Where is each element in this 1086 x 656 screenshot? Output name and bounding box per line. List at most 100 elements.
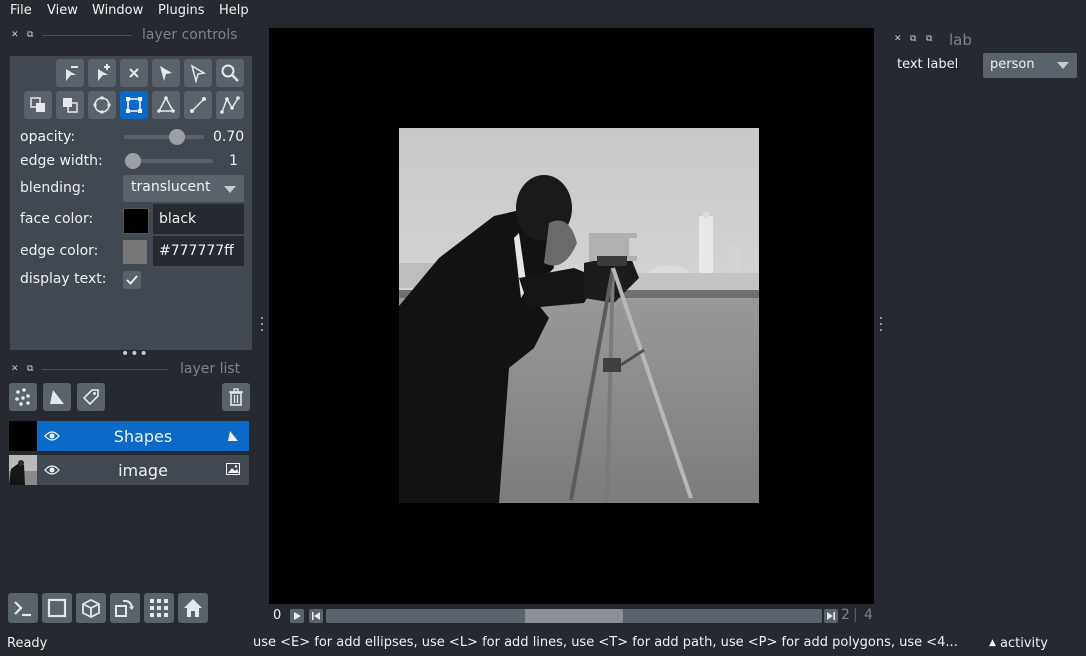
right-dock-float-icon[interactable]: ⧉ <box>910 34 916 44</box>
layer-name-shapes: Shapes <box>113 427 173 446</box>
home-button[interactable] <box>178 593 208 623</box>
caret-up-icon[interactable]: ▲ <box>989 638 996 648</box>
splitter-handle-icon[interactable]: ••• <box>121 346 149 362</box>
opacity-slider-handle[interactable] <box>168 129 185 145</box>
edge-color-swatch[interactable] <box>123 240 147 264</box>
dims-slider-handle[interactable] <box>525 609 623 623</box>
add-path-button[interactable] <box>216 91 244 119</box>
add-polygon-button[interactable] <box>152 91 180 119</box>
edge-color-field[interactable]: #777777ff <box>153 236 244 266</box>
layer-name-image: image <box>118 461 168 480</box>
transpose-icon <box>115 599 134 617</box>
opacity-slider-track[interactable] <box>124 135 204 139</box>
direct-select-arrow-icon <box>190 64 207 83</box>
add-ellipse-button[interactable] <box>88 91 116 119</box>
dims-frame-value: 2 <box>841 607 850 623</box>
shapes-icon <box>50 390 64 404</box>
right-dock-handle-icon[interactable]: · · · <box>878 312 884 338</box>
layer-controls-panel: opacity: 0.70 edge width: 1 blending: tr… <box>10 56 252 350</box>
points-icon <box>15 388 30 406</box>
dims-total-value: 4 <box>864 607 873 623</box>
add-line-button[interactable] <box>184 91 212 119</box>
menu-help[interactable]: Help <box>219 3 249 18</box>
roll-dims-button[interactable] <box>76 593 106 623</box>
layer-list-close-icon[interactable]: ✕ <box>11 364 19 374</box>
new-points-layer-button[interactable] <box>9 383 37 411</box>
rectangle-icon <box>126 97 142 113</box>
face-color-field[interactable]: black <box>153 204 244 234</box>
text-label-value: person <box>990 57 1035 72</box>
layer-row-image[interactable]: image <box>37 455 249 485</box>
dock-close-icon[interactable]: ✕ <box>11 30 19 40</box>
status-hint: use <E> for add ellipses, use <L> for ad… <box>253 635 958 650</box>
right-dock-close-icon[interactable]: ✕ <box>894 34 902 44</box>
step-back-icon[interactable] <box>309 609 323 623</box>
move-front-button[interactable] <box>24 91 52 119</box>
add-vertex-button[interactable] <box>88 59 116 87</box>
shapes-layer-thumbnail[interactable] <box>9 421 37 451</box>
activity-button[interactable]: activity <box>1000 636 1048 651</box>
cube-icon <box>82 598 100 619</box>
chevron-down-icon <box>1057 62 1069 69</box>
cameraman-image <box>399 128 759 503</box>
blending-combobox[interactable]: translucent <box>123 175 244 202</box>
delete-layer-button[interactable] <box>222 383 250 411</box>
grid-view-button[interactable] <box>144 593 174 623</box>
menu-view[interactable]: View <box>47 3 78 18</box>
menubar: File View Window Plugins Help <box>0 0 1086 24</box>
right-dock-expand-icon[interactable]: ⧉ <box>926 34 932 44</box>
status-ready: Ready <box>7 636 48 651</box>
home-icon <box>184 599 202 617</box>
delete-shape-button[interactable] <box>120 59 148 87</box>
remove-vertex-button[interactable] <box>56 59 84 87</box>
square-2d-icon <box>47 598 67 618</box>
zoom-button[interactable] <box>216 59 244 87</box>
console-button[interactable] <box>8 593 38 623</box>
edge-width-slider-handle[interactable] <box>125 153 141 169</box>
move-back-icon <box>63 98 78 113</box>
play-button[interactable] <box>290 609 304 623</box>
face-color-swatch[interactable] <box>123 208 149 234</box>
direct-select-button[interactable] <box>184 59 212 87</box>
new-labels-layer-button[interactable] <box>77 383 105 411</box>
image-layer-thumbnail[interactable] <box>9 455 37 485</box>
layer-row-shapes[interactable]: Shapes <box>37 421 249 451</box>
terminal-icon <box>14 601 31 617</box>
grid-icon <box>150 599 168 617</box>
text-label-combobox[interactable]: person <box>983 53 1077 78</box>
ndisplay-button[interactable] <box>42 593 72 623</box>
select-arrow-icon <box>160 66 172 81</box>
add-rectangle-button[interactable] <box>120 91 148 119</box>
viewer-canvas[interactable] <box>269 28 874 604</box>
opacity-label: opacity: <box>20 129 76 145</box>
dims-slider-bar: 0 2 | 4 <box>269 604 874 628</box>
blending-label: blending: <box>20 180 86 196</box>
layer-controls-title: layer controls <box>142 27 238 43</box>
left-dock-handle-icon[interactable]: · · · <box>259 312 265 338</box>
transpose-button[interactable] <box>110 593 140 623</box>
display-text-checkbox[interactable] <box>123 271 141 289</box>
opacity-value: 0.70 <box>213 129 245 145</box>
select-shape-button[interactable] <box>152 59 180 87</box>
face-color-label: face color: <box>20 211 94 227</box>
label-tag-icon <box>82 389 99 406</box>
blending-value: translucent <box>131 179 211 195</box>
status-bar: Ready use <E> for add ellipses, use <L> … <box>0 632 1086 656</box>
menu-file[interactable]: File <box>10 3 32 18</box>
layer-list-float-icon[interactable]: ⧉ <box>27 364 33 374</box>
menu-window[interactable]: Window <box>92 3 143 18</box>
ellipse-icon <box>93 96 111 114</box>
dims-slider-track[interactable] <box>326 609 822 623</box>
remove-vertex-icon <box>66 66 78 81</box>
dock-float-icon[interactable]: ⧉ <box>27 30 33 40</box>
display-text-label: display text: <box>20 271 107 287</box>
step-forward-icon[interactable] <box>824 609 838 623</box>
move-back-button[interactable] <box>56 91 84 119</box>
layer-list-divider <box>42 369 168 370</box>
new-shapes-layer-button[interactable] <box>43 383 71 411</box>
image-type-icon <box>226 463 240 475</box>
dock-divider <box>42 35 132 36</box>
line-icon <box>190 97 206 113</box>
add-vertex-icon <box>98 64 110 81</box>
menu-plugins[interactable]: Plugins <box>158 3 205 18</box>
